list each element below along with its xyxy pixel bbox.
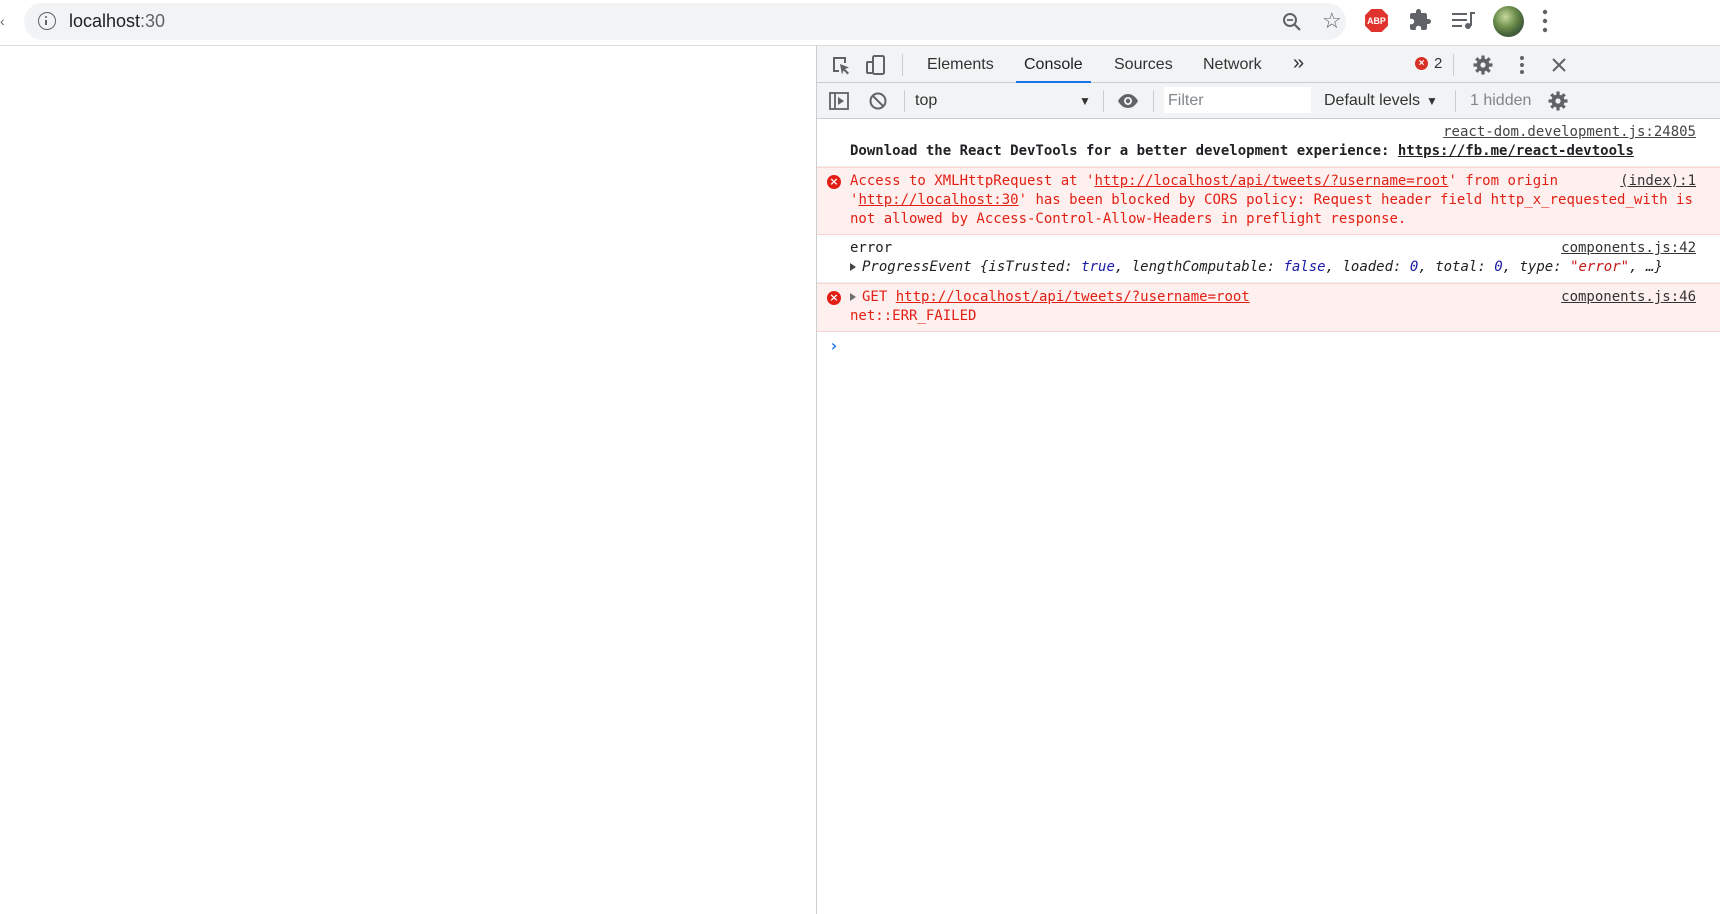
address-bar[interactable]: localhost:30 ☆ <box>24 3 1346 40</box>
object-preview[interactable]: ProgressEvent {isTrusted: true, lengthCo… <box>850 258 1696 277</box>
log-levels-dropdown[interactable]: Default levels ▼ <box>1324 92 1438 110</box>
error-count: 2 <box>1434 55 1443 72</box>
error-icon: × <box>827 175 841 189</box>
device-toolbar-icon[interactable] <box>865 54 887 76</box>
inspect-element-icon[interactable] <box>830 54 852 76</box>
toolbar-separator <box>904 90 905 112</box>
devtools-menu-icon[interactable] <box>1511 54 1533 76</box>
message-label: error <box>850 240 893 256</box>
message-source-link[interactable]: react-dom.development.js:24805 <box>1443 123 1696 142</box>
expand-triangle-icon[interactable] <box>850 263 856 271</box>
console-message-info: react-dom.development.js:24805 Download … <box>817 119 1720 167</box>
message-link[interactable]: https://fb.me/react-devtools <box>1398 143 1634 159</box>
show-sidebar-icon[interactable] <box>828 90 850 112</box>
extensions-icon[interactable] <box>1408 8 1432 32</box>
site-info-icon[interactable] <box>38 12 56 30</box>
expand-triangle-icon[interactable] <box>850 293 856 301</box>
tab-network[interactable]: Network <box>1195 46 1270 82</box>
error-icon: × <box>827 291 841 305</box>
console-message-log: components.js:42 error ProgressEvent {is… <box>817 235 1720 283</box>
bookmark-star-icon[interactable]: ☆ <box>1322 10 1342 32</box>
levels-dropdown-icon: ▼ <box>1426 94 1438 108</box>
settings-gear-icon[interactable] <box>1472 54 1494 76</box>
adblock-plus-icon[interactable]: ABP <box>1364 8 1389 33</box>
console-messages: react-dom.development.js:24805 Download … <box>817 119 1720 360</box>
message-link[interactable]: http://localhost/api/tweets/?username=ro… <box>1094 173 1448 189</box>
context-selector[interactable]: top <box>915 92 937 110</box>
console-message-error: × components.js:46 GET http://localhost/… <box>817 283 1720 332</box>
object-text: , type: <box>1502 259 1571 275</box>
console-toolbar: top ▼ Default levels ▼ 1 hidden <box>817 83 1720 119</box>
object-value: true <box>1081 259 1115 275</box>
devtools-tabbar: Elements Console Sources Network » × 2 <box>817 46 1720 83</box>
more-tabs-chevron-icon[interactable]: » <box>1293 52 1304 75</box>
url-port: :30 <box>140 11 166 31</box>
object-name: ProgressEvent <box>862 259 972 275</box>
profile-avatar[interactable] <box>1493 6 1524 37</box>
object-text: , loaded: <box>1325 259 1410 275</box>
object-value: false <box>1283 259 1326 275</box>
tab-sources[interactable]: Sources <box>1106 46 1181 82</box>
toolbar-separator <box>1153 90 1154 112</box>
console-message-error: × (index):1 Access to XMLHttpRequest at … <box>817 167 1720 235</box>
hidden-messages-count: 1 hidden <box>1470 92 1532 109</box>
object-text: , lengthComputable: <box>1114 259 1284 275</box>
tabbar-separator <box>1453 54 1454 76</box>
browser-toolbar: ‹ localhost:30 ☆ ABP <box>0 0 1720 46</box>
object-text: {isTrusted: <box>971 259 1082 275</box>
request-method: GET <box>862 289 896 305</box>
message-text: net::ERR_FAILED <box>850 308 977 324</box>
filter-box <box>1164 87 1312 115</box>
filter-input[interactable] <box>1164 87 1312 115</box>
media-control-icon[interactable] <box>1451 10 1477 32</box>
browser-menu-icon[interactable] <box>1542 8 1548 34</box>
object-value: "error" <box>1570 259 1630 275</box>
console-settings-gear-icon[interactable] <box>1547 90 1569 112</box>
live-expression-eye-icon[interactable] <box>1117 90 1139 112</box>
tabbar-separator <box>902 54 903 76</box>
tab-elements[interactable]: Elements <box>919 46 1002 82</box>
toolbar-separator <box>1455 90 1456 112</box>
log-levels-label: Default levels <box>1324 92 1421 109</box>
url-text[interactable]: localhost:30 <box>69 11 165 32</box>
message-link[interactable]: http://localhost/api/tweets/?username=ro… <box>896 289 1250 305</box>
message-source-link[interactable]: components.js:46 <box>1561 288 1696 307</box>
context-dropdown-icon[interactable]: ▼ <box>1079 94 1091 108</box>
devtools-panel: Elements Console Sources Network » × 2 t… <box>817 46 1720 914</box>
error-icon: × <box>1415 57 1428 70</box>
message-source-link[interactable]: components.js:42 <box>1561 239 1696 258</box>
message-text: Download the React DevTools for a better… <box>850 143 1398 159</box>
object-text: , total: <box>1418 259 1495 275</box>
svg-text:ABP: ABP <box>1367 16 1386 26</box>
message-link[interactable]: http://localhost:30 <box>858 192 1018 208</box>
message-source-link[interactable]: (index):1 <box>1620 172 1696 191</box>
toolbar-separator <box>1103 90 1104 112</box>
back-arrow-icon[interactable]: ‹ <box>0 13 5 29</box>
object-value: 0 <box>1494 259 1503 275</box>
zoom-icon[interactable] <box>1282 12 1302 32</box>
tab-console[interactable]: Console <box>1016 46 1091 83</box>
object-text: , …} <box>1629 259 1663 275</box>
page-viewport <box>0 46 816 914</box>
error-counter[interactable]: × 2 <box>1415 55 1442 72</box>
object-body: {isTrusted: true, lengthComputable: fals… <box>972 259 1663 275</box>
url-host: localhost <box>69 11 141 31</box>
close-devtools-icon[interactable] <box>1548 54 1570 76</box>
prompt-caret-icon: › <box>829 336 839 355</box>
console-prompt[interactable]: › <box>817 332 1720 360</box>
message-text: Access to XMLHttpRequest at ' <box>850 173 1095 189</box>
clear-console-icon[interactable] <box>867 90 889 112</box>
